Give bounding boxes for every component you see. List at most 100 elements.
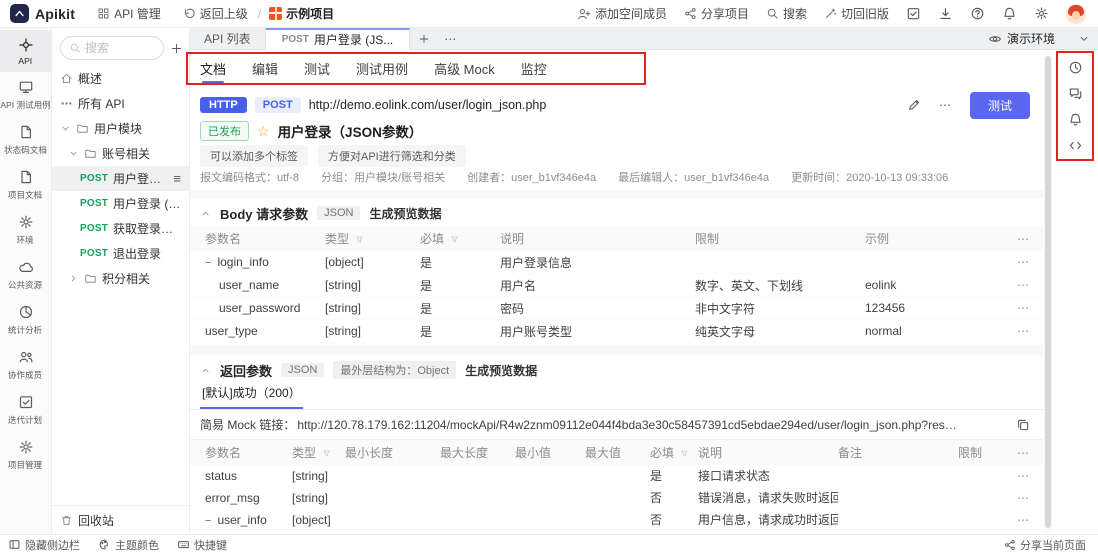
theme-color-button[interactable]: 主题颜色 — [98, 537, 159, 553]
tree-api-login-status[interactable]: POST 获取登录状态 — [52, 216, 189, 241]
tab-active-api[interactable]: POST 用户登录 (JS... — [266, 28, 411, 50]
tag-chip[interactable]: 方便对API进行筛选和分类 — [318, 145, 466, 167]
sidebar-item-api[interactable]: API — [0, 30, 51, 72]
collapse-row-icon[interactable]: − — [205, 515, 211, 527]
column-more-icon[interactable]: ⋯ — [1015, 446, 1044, 460]
api-more-button[interactable]: ⋯ — [939, 98, 952, 112]
vertical-scrollbar[interactable] — [1044, 50, 1052, 534]
tree-item-all-api[interactable]: 所有 API — [52, 91, 189, 116]
tree-folder-account[interactable]: 账号相关 — [52, 141, 189, 166]
table-header-row: 参数名 类型 必填 说明 限制 示例 ⋯ — [190, 226, 1044, 251]
apikit-logo-icon[interactable] — [10, 4, 29, 23]
user-avatar[interactable] — [1066, 4, 1086, 24]
document-icon — [18, 169, 34, 185]
method-badge: POST — [255, 97, 301, 113]
download-button[interactable] — [938, 6, 953, 21]
tree-api-login-form[interactable]: POST 用户登录 (表... — [52, 191, 189, 216]
table-row[interactable]: −login_info [object] 是 用户登录信息 ⋯ — [190, 251, 1044, 274]
filter-icon[interactable] — [322, 449, 331, 458]
column-more-icon[interactable]: ⋯ — [1010, 232, 1044, 246]
sidebar-item-api-test-cases[interactable]: API 测试用例 — [0, 72, 51, 117]
tab-more-button[interactable]: ⋯ — [438, 32, 463, 46]
tree-folder-user-module[interactable]: 用户模块 — [52, 116, 189, 141]
hide-sidebar-button[interactable]: 隐藏侧边栏 — [8, 537, 80, 553]
table-row[interactable]: token [string] 否 用户访问token ⋯ — [190, 531, 1044, 534]
row-more-icon[interactable]: ⋯ — [1010, 301, 1044, 315]
filter-icon[interactable] — [450, 235, 459, 244]
tab-test[interactable]: 测试 — [304, 50, 330, 87]
table-row[interactable]: user_password [string] 是 密码 非中文字符 123456… — [190, 297, 1044, 320]
filter-icon[interactable] — [355, 235, 364, 244]
switch-old-version-button[interactable]: 切回旧版 — [824, 5, 889, 22]
sidebar-item-iteration-plan[interactable]: 迭代计划 — [0, 387, 51, 432]
tab-advanced-mock[interactable]: 高级 Mock — [434, 50, 495, 87]
sidebar-item-public-resources[interactable]: 公共资源 — [0, 252, 51, 297]
sidebar-item-project-settings[interactable]: 项目管理 — [0, 432, 51, 477]
tab-document[interactable]: 文档 — [200, 50, 226, 87]
tab-api-list[interactable]: API 列表 — [190, 28, 266, 50]
subscribe-button[interactable] — [1068, 112, 1083, 127]
sidebar-item-environment[interactable]: 环境 — [0, 207, 51, 252]
row-menu-icon[interactable]: ≡ — [173, 171, 181, 186]
tree-search-box[interactable] — [60, 36, 164, 60]
filter-icon[interactable] — [680, 449, 689, 458]
test-button[interactable]: 测试 — [970, 92, 1030, 119]
task-approval-button[interactable] — [906, 6, 921, 21]
add-space-member-button[interactable]: 添加空间成员 — [577, 5, 667, 22]
status-bar: 隐藏侧边栏 主题颜色 快捷键 分享当前页面 — [0, 534, 1098, 554]
new-tab-button[interactable] — [410, 33, 438, 45]
scrollbar-thumb[interactable] — [1045, 56, 1051, 528]
share-current-page-button[interactable]: 分享当前页面 — [1004, 537, 1086, 553]
file-icon — [18, 124, 34, 140]
response-tab-default-200[interactable]: [默认]成功（200） — [200, 384, 303, 409]
row-more-icon[interactable]: ⋯ — [1010, 324, 1044, 338]
collapse-icon[interactable] — [200, 365, 211, 376]
table-row[interactable]: error_msg [string] 否 错误消息，请求失败时返回 ⋯ — [190, 487, 1044, 509]
tab-monitor[interactable]: 监控 — [521, 50, 547, 87]
row-more-icon[interactable]: ⋯ — [1010, 278, 1044, 292]
sidebar-item-statistics[interactable]: 统计分析 — [0, 297, 51, 342]
table-row[interactable]: status [string] 是 接口请求状态 ⋯ — [190, 465, 1044, 487]
tree-api-logout[interactable]: POST 退出登录 — [52, 241, 189, 266]
table-row[interactable]: user_name [string] 是 用户名 数字、英文、下划线 eolin… — [190, 274, 1044, 297]
tab-test-cases[interactable]: 测试用例 — [356, 50, 408, 87]
edit-api-button[interactable] — [907, 98, 921, 112]
table-row[interactable]: −user_info [object] 否 用户信息，请求成功时返回 ⋯ — [190, 509, 1044, 531]
row-more-icon[interactable]: ⋯ — [1015, 469, 1044, 483]
row-more-icon[interactable]: ⋯ — [1015, 491, 1044, 505]
star-icon[interactable]: ☆ — [257, 123, 270, 140]
collapse-row-icon[interactable]: − — [205, 257, 211, 269]
settings-button[interactable] — [1034, 6, 1049, 21]
breadcrumb-project[interactable]: 示例项目 — [269, 5, 334, 22]
shortcuts-button[interactable]: 快捷键 — [177, 537, 227, 553]
sidebar-item-members[interactable]: 协作成员 — [0, 342, 51, 387]
history-button[interactable] — [1068, 60, 1083, 75]
tree-item-overview[interactable]: 概述 — [52, 66, 189, 91]
chevron-down-icon[interactable] — [1078, 33, 1090, 45]
tree-search-input[interactable] — [85, 41, 155, 55]
generate-preview-button[interactable]: 生成预览数据 — [465, 362, 537, 379]
tree-item-trash[interactable]: 回收站 — [52, 506, 189, 534]
sidebar-item-status-code-docs[interactable]: 状态码文档 — [0, 117, 51, 162]
collapse-icon[interactable] — [200, 208, 211, 219]
notifications-button[interactable] — [1002, 6, 1017, 21]
tag-chip[interactable]: 可以添加多个标签 — [200, 145, 308, 167]
generate-preview-button[interactable]: 生成预览数据 — [369, 205, 441, 222]
search-button[interactable]: 搜索 — [766, 5, 807, 22]
copy-mock-url-button[interactable] — [1016, 418, 1030, 432]
code-generate-button[interactable] — [1068, 138, 1083, 153]
sidebar-item-project-docs[interactable]: 项目文档 — [0, 162, 51, 207]
row-more-icon[interactable]: ⋯ — [1015, 513, 1044, 527]
back-to-parent[interactable]: 返回上级 — [183, 5, 248, 22]
add-api-button[interactable] — [170, 42, 183, 55]
table-row[interactable]: user_type [string] 是 用户账号类型 纯英文字母 normal… — [190, 320, 1044, 343]
tab-edit[interactable]: 编辑 — [252, 50, 278, 87]
help-button[interactable] — [970, 6, 985, 21]
share-project-button[interactable]: 分享项目 — [684, 5, 749, 22]
tree-folder-points[interactable]: 积分相关 — [52, 266, 189, 291]
api-manage-menu[interactable]: API 管理 — [97, 5, 161, 22]
row-more-icon[interactable]: ⋯ — [1010, 255, 1044, 269]
environment-selector[interactable]: 演示环境 — [988, 30, 1098, 47]
tree-api-login-json[interactable]: POST 用户登录 (JSO... ≡ — [52, 166, 189, 191]
comments-button[interactable] — [1068, 86, 1083, 101]
